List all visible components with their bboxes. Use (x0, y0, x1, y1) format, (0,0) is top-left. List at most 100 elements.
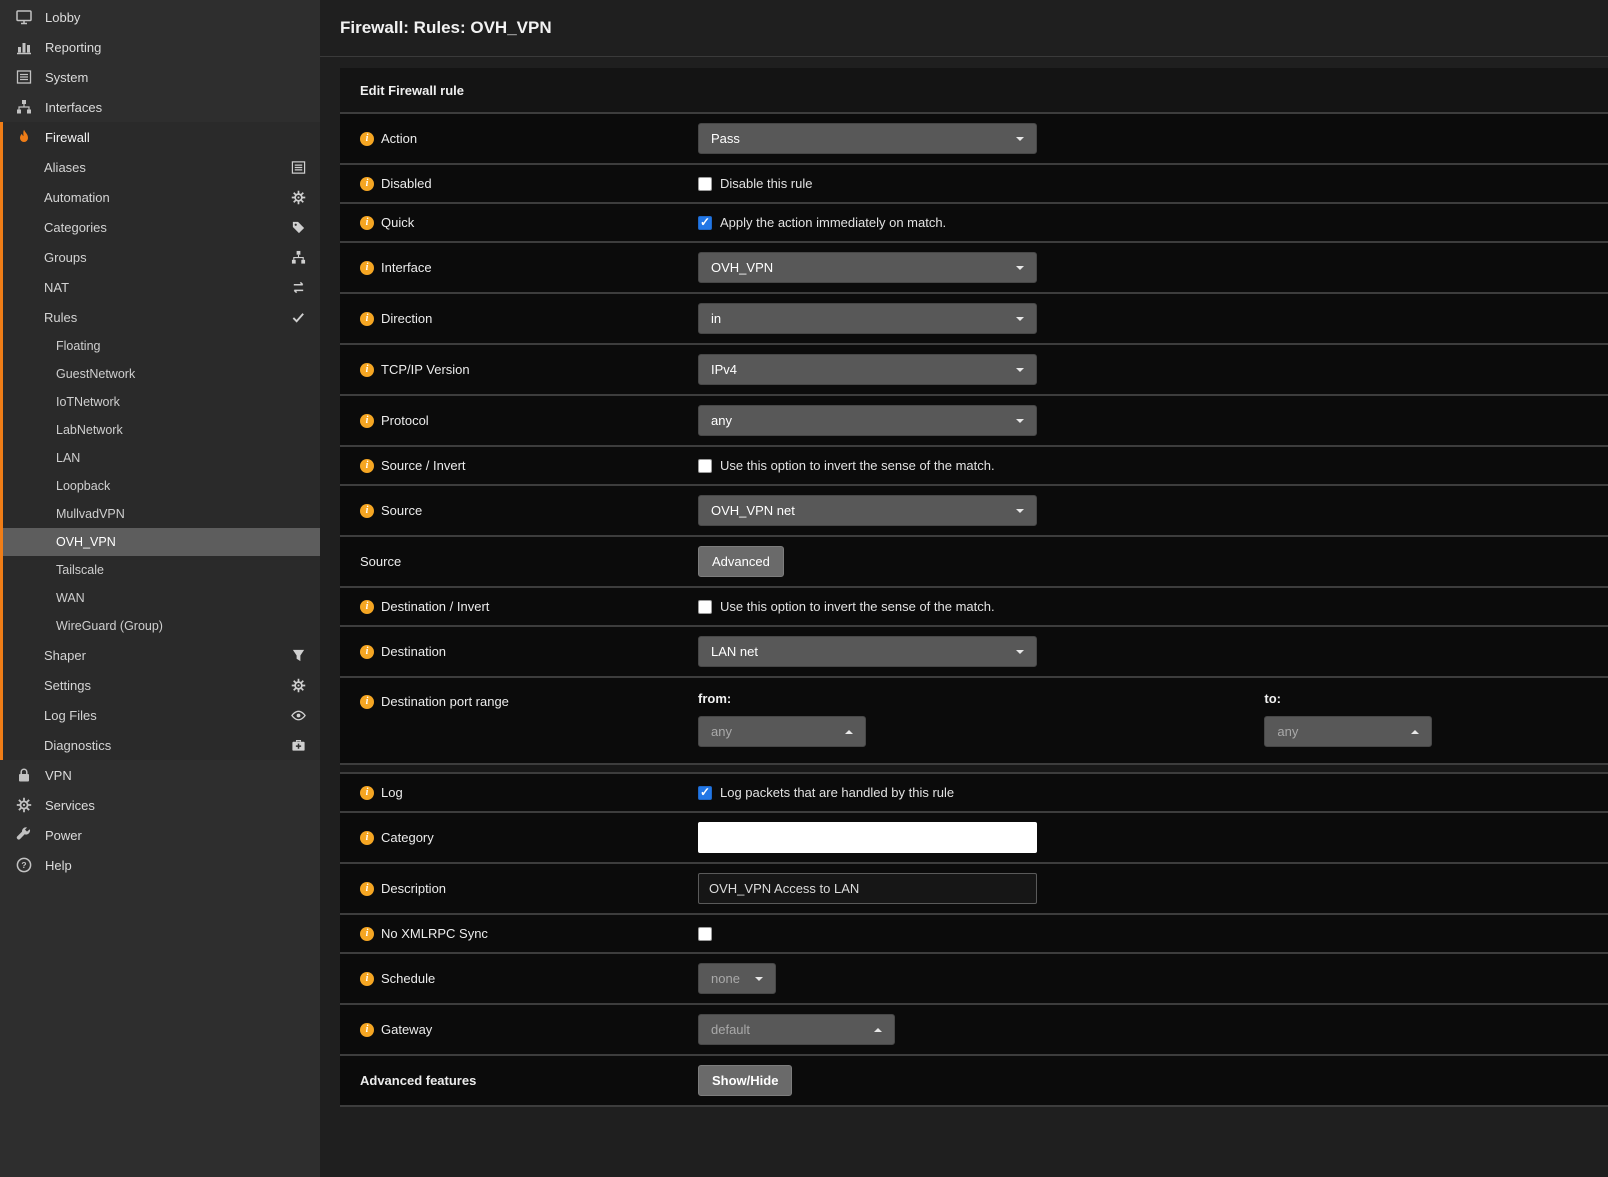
chevron-down-icon (1016, 266, 1024, 270)
field-label-text: Direction (381, 311, 432, 326)
info-icon[interactable]: i (360, 972, 374, 986)
sidebar-item-rules-wireguard-group[interactable]: WireGuard (Group) (3, 612, 320, 640)
tcpip-version-select[interactable]: IPv4 (698, 354, 1037, 385)
sidebar-item-label: WAN (56, 591, 85, 605)
info-icon[interactable]: i (360, 831, 374, 845)
eye-icon (291, 708, 306, 723)
quick-checkbox[interactable] (698, 216, 712, 230)
sidebar-item-rules-lan[interactable]: LAN (3, 444, 320, 472)
sidebar-item-rules-tailscale[interactable]: Tailscale (3, 556, 320, 584)
sidebar-item-help[interactable]: Help (0, 850, 320, 880)
form-row-advanced-features: Advanced features Show/Hide (340, 1056, 1608, 1107)
info-icon[interactable]: i (360, 504, 374, 518)
sidebar-item-label: Power (45, 828, 82, 843)
source-select[interactable]: OVH_VPN net (698, 495, 1037, 526)
form-row-destination-invert: i Destination / Invert Use this option t… (340, 588, 1608, 627)
sidebar-item-rules-guestnetwork[interactable]: GuestNetwork (3, 360, 320, 388)
form-row-disabled: i Disabled Disable this rule (340, 165, 1608, 204)
sidebar-item-system[interactable]: System (0, 62, 320, 92)
port-to-label: to: (1264, 691, 1588, 706)
sidebar-item-shaper[interactable]: Shaper (3, 640, 320, 670)
info-icon[interactable]: i (360, 177, 374, 191)
info-icon[interactable]: i (360, 695, 374, 709)
sidebar-item-rules-wan[interactable]: WAN (3, 584, 320, 612)
sidebar-item-aliases[interactable]: Aliases (3, 152, 320, 182)
sidebar-item-rules-iotnetwork[interactable]: IoTNetwork (3, 388, 320, 416)
sidebar-item-groups[interactable]: Groups (3, 242, 320, 272)
sidebar-item-categories[interactable]: Categories (3, 212, 320, 242)
destination-select[interactable]: LAN net (698, 636, 1037, 667)
category-input[interactable] (698, 822, 1037, 853)
interface-select[interactable]: OVH_VPN (698, 252, 1037, 283)
info-icon[interactable]: i (360, 600, 374, 614)
sidebar-item-settings[interactable]: Settings (3, 670, 320, 700)
check-icon (291, 310, 306, 325)
info-icon[interactable]: i (360, 414, 374, 428)
field-label-source-invert: i Source / Invert (360, 458, 698, 473)
field-label-action: i Action (360, 131, 698, 146)
sidebar-item-vpn[interactable]: VPN (0, 760, 320, 790)
sidebar-item-rules-ovh-vpn[interactable]: OVH_VPN (3, 528, 320, 556)
field-label-direction: i Direction (360, 311, 698, 326)
info-icon[interactable]: i (360, 261, 374, 275)
info-icon[interactable]: i (360, 786, 374, 800)
sidebar-item-lobby[interactable]: Lobby (0, 2, 320, 32)
info-icon[interactable]: i (360, 927, 374, 941)
source-advanced-button[interactable]: Advanced (698, 546, 784, 577)
source-invert-checkbox[interactable] (698, 459, 712, 473)
sidebar-item-label: Help (45, 858, 72, 873)
sidebar-item-rules-mullvadvpn[interactable]: MullvadVPN (3, 500, 320, 528)
field-label-text: Schedule (381, 971, 435, 986)
sidebar-item-nat[interactable]: NAT (3, 272, 320, 302)
checkbox-label: Apply the action immediately on match. (720, 215, 946, 230)
sidebar-item-rules-loopback[interactable]: Loopback (3, 472, 320, 500)
info-icon[interactable]: i (360, 1023, 374, 1037)
list-icon (291, 160, 306, 175)
sidebar-item-power[interactable]: Power (0, 820, 320, 850)
sidebar-item-interfaces[interactable]: Interfaces (0, 92, 320, 122)
exchange-icon (291, 280, 306, 295)
action-select[interactable]: Pass (698, 123, 1037, 154)
no-xmlrpc-sync-checkbox[interactable] (698, 927, 712, 941)
sidebar-item-label: Reporting (45, 40, 101, 55)
direction-select[interactable]: in (698, 303, 1037, 334)
port-to-select[interactable]: any (1264, 716, 1432, 747)
schedule-select[interactable]: none (698, 963, 776, 994)
info-icon[interactable]: i (360, 363, 374, 377)
field-label-text: No XMLRPC Sync (381, 926, 488, 941)
chevron-up-icon (1411, 730, 1419, 734)
field-label-protocol: i Protocol (360, 413, 698, 428)
sidebar-item-firewall[interactable]: Firewall (3, 122, 320, 152)
sidebar-item-automation[interactable]: Automation (3, 182, 320, 212)
info-icon[interactable]: i (360, 645, 374, 659)
sidebar-item-rules-labnetwork[interactable]: LabNetwork (3, 416, 320, 444)
description-input[interactable] (698, 873, 1037, 904)
chevron-up-icon (874, 1028, 882, 1032)
info-icon[interactable]: i (360, 132, 374, 146)
form-row-no-xmlrpc-sync: i No XMLRPC Sync (340, 915, 1608, 954)
destination-invert-checkbox[interactable] (698, 600, 712, 614)
show-hide-advanced-button[interactable]: Show/Hide (698, 1065, 792, 1096)
sidebar-item-services[interactable]: Services (0, 790, 320, 820)
field-label-text: Category (381, 830, 434, 845)
protocol-select[interactable]: any (698, 405, 1037, 436)
field-label-category: i Category (360, 830, 698, 845)
port-from-select[interactable]: any (698, 716, 866, 747)
sidebar-item-label: Floating (56, 339, 100, 353)
log-checkbox[interactable] (698, 786, 712, 800)
sidebar-item-rules[interactable]: Rules (3, 302, 320, 332)
info-icon[interactable]: i (360, 312, 374, 326)
form-row-protocol: i Protocol any (340, 396, 1608, 447)
info-icon[interactable]: i (360, 882, 374, 896)
gateway-select[interactable]: default (698, 1014, 895, 1045)
selected-value: any (1277, 724, 1298, 739)
disabled-checkbox[interactable] (698, 177, 712, 191)
sidebar-item-diagnostics[interactable]: Diagnostics (3, 730, 320, 760)
info-icon[interactable]: i (360, 459, 374, 473)
sidebar-item-log-files[interactable]: Log Files (3, 700, 320, 730)
chevron-up-icon (845, 730, 853, 734)
sidebar-item-rules-floating[interactable]: Floating (3, 332, 320, 360)
selected-value: default (711, 1022, 750, 1037)
info-icon[interactable]: i (360, 216, 374, 230)
sidebar-item-reporting[interactable]: Reporting (0, 32, 320, 62)
